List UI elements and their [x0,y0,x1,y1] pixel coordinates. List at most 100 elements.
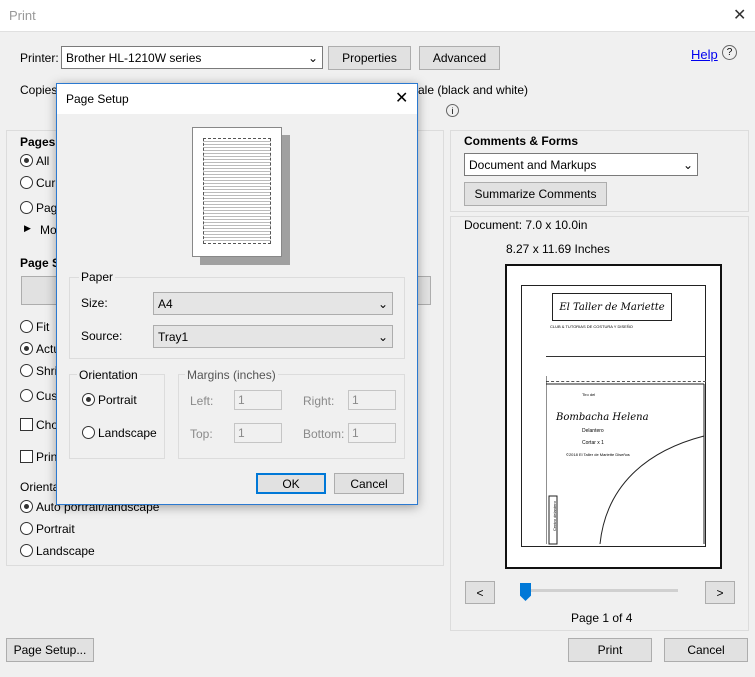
fit-radio[interactable] [20,320,33,333]
margins-header: Margins (inches) [185,368,278,382]
page-slider-track[interactable] [522,589,678,592]
paper-size: 8.27 x 11.69 Inches [506,242,610,256]
orientation-header: Orienta [20,480,60,494]
chevron-down-icon: ⌄ [307,50,319,65]
window-title: Print [9,8,36,23]
document-size: Document: 7.0 x 10.0in [464,218,588,232]
print-both-checkbox[interactable] [20,450,33,463]
page-sizing-header: Page S [20,256,61,270]
button-label: < [476,585,484,600]
source-select[interactable]: Tray1 ⌄ [153,325,393,348]
paper-margin-box [203,138,271,244]
button-label: Summarize Comments [474,187,597,201]
dialog-cancel-button[interactable]: Cancel [334,473,404,494]
page-preview: El Taller de Mariette CLUB & TUTORIAS DE… [505,264,722,569]
button-label: OK [282,476,300,491]
expand-icon[interactable]: ▶ [24,223,31,234]
pages-range-radio[interactable] [20,201,33,214]
pages-all-radio[interactable] [20,154,33,167]
landscape-radio[interactable] [20,544,33,557]
copies-label: Copies [20,83,58,97]
choose-paper-label: Cho [36,418,59,432]
page-indicator: Page 1 of 4 [571,611,633,625]
left-label: Left: [190,394,214,408]
button-label: 1 [238,393,245,407]
comments-header: Comments & Forms [464,134,579,148]
dialog-portrait-label: Portrait [98,393,137,407]
top-label: Top: [190,427,213,441]
size-label: Size: [81,296,108,310]
pages-current-radio[interactable] [20,176,33,189]
size-select[interactable]: A4 ⌄ [153,292,393,315]
preview-logo-text: El Taller de Mariette [559,301,665,313]
next-page-button[interactable]: > [705,581,735,604]
choose-paper-checkbox[interactable] [20,418,33,431]
advanced-button[interactable]: Advanced [419,46,500,70]
pages-all-label: All [36,154,50,168]
auto-orientation-radio[interactable] [20,500,33,513]
paper-header: Paper [79,270,116,284]
shrink-label: Shri [36,364,58,378]
landscape-label: Landscape [36,544,95,558]
cancel-button[interactable]: Cancel [664,638,748,662]
prev-page-button[interactable]: < [465,581,495,604]
print-button[interactable]: Print [568,638,652,662]
button-label: Cancel [350,476,388,491]
actual-size-radio[interactable] [20,342,33,355]
button-label: 1 [352,426,359,440]
title-bar: Print ✕ [0,0,755,32]
button-label: 1 [352,393,359,407]
custom-scale-label: Cus [36,389,58,403]
top-margin-field[interactable]: 1 [234,423,282,443]
portrait-label: Portrait [36,522,75,536]
preview-logo-box: El Taller de Mariette [552,293,672,321]
button-label: Page Setup... [13,643,87,657]
button-label: Properties [342,51,397,65]
source-label: Source: [81,329,123,343]
printer-select[interactable]: Brother HL-1210W series ⌄ [61,46,323,69]
right-margin-field[interactable]: 1 [348,390,396,410]
dialog-title: Page Setup [66,92,129,106]
preview-page-border: El Taller de Mariette CLUB & TUTORIAS DE… [521,285,706,547]
preview-subtitle: CLUB & TUTORIAS DE COSTURA Y DISEÑO [550,324,633,329]
summarize-comments-button[interactable]: Summarize Comments [464,182,607,206]
dialog-landscape-radio[interactable] [82,426,95,439]
button-label: Print [597,643,623,657]
shrink-radio[interactable] [20,364,33,377]
button-label: 1 [238,426,245,440]
orientation-group [69,374,165,459]
margins-group [178,374,405,459]
dialog-ok-button[interactable]: OK [256,473,326,494]
dialog-landscape-label: Landscape [98,426,157,440]
info-icon: i [446,104,459,117]
chevron-down-icon: ⌄ [377,329,389,344]
dialog-close-icon[interactable]: ✕ [395,88,408,108]
source-value: Tray1 [158,329,189,344]
custom-scale-radio[interactable] [20,389,33,402]
help-icon[interactable]: ? [722,45,737,60]
portrait-radio[interactable] [20,522,33,535]
preview-pattern-curve [546,376,705,545]
comments-select[interactable]: Document and Markups ⌄ [464,153,698,176]
printer-value: Brother HL-1210W series [66,50,202,65]
comments-value: Document and Markups [469,157,597,172]
print-both-label: Prin [36,450,58,464]
help-link[interactable]: Help [691,47,718,62]
properties-button[interactable]: Properties [328,46,411,70]
dialog-portrait-radio[interactable] [82,393,95,406]
close-icon[interactable]: ✕ [733,5,746,25]
button-label: > [716,585,724,600]
pages-current-label: Cur [36,176,56,190]
printer-label: Printer: [20,51,59,65]
pages-header: Pages [20,135,56,149]
fit-label: Fit [36,320,50,334]
button-label: Advanced [432,51,487,65]
right-label: Right: [303,394,335,408]
more-options-label[interactable]: Mo [40,223,57,237]
button-label: Cancel [687,643,725,657]
page-setup-button[interactable]: Page Setup... [6,638,94,662]
left-margin-field[interactable]: 1 [234,390,282,410]
paper-thumbnail [192,127,282,257]
bottom-label: Bottom: [303,427,345,441]
bottom-margin-field[interactable]: 1 [348,423,396,443]
